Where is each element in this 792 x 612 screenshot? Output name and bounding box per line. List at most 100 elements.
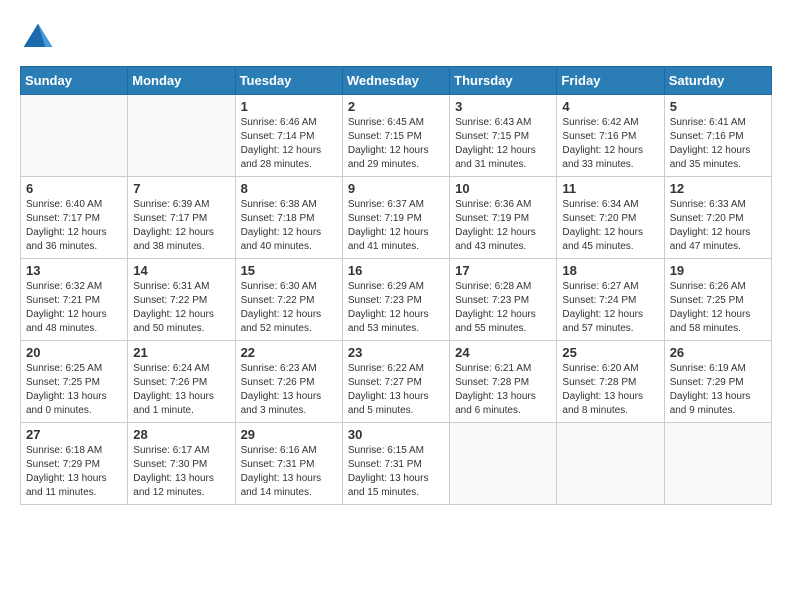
day-number: 3 [455,99,551,114]
day-info: Sunrise: 6:30 AM Sunset: 7:22 PM Dayligh… [241,280,337,336]
calendar-cell: 1 Sunrise: 6:46 AM Sunset: 7:14 PM Daylig… [235,95,342,177]
calendar-cell: 30 Sunrise: 6:15 AM Sunset: 7:31 PM Dayli… [342,423,449,505]
day-info: Sunrise: 6:19 AM Sunset: 7:29 PM Dayligh… [670,362,766,418]
logo-icon [20,20,56,56]
day-number: 6 [26,181,122,196]
day-number: 14 [133,263,229,278]
calendar-week-row: 6 Sunrise: 6:40 AM Sunset: 7:17 PM Daylig… [21,177,772,259]
calendar-cell: 12 Sunrise: 6:33 AM Sunset: 7:20 PM Dayli… [664,177,771,259]
header-sunday: Sunday [21,67,128,95]
calendar-cell: 19 Sunrise: 6:26 AM Sunset: 7:25 PM Dayli… [664,259,771,341]
calendar-header-row: SundayMondayTuesdayWednesdayThursdayFrid… [21,67,772,95]
calendar-cell [450,423,557,505]
calendar-cell: 21 Sunrise: 6:24 AM Sunset: 7:26 PM Dayli… [128,341,235,423]
day-number: 23 [348,345,444,360]
day-number: 11 [562,181,658,196]
page-header [20,20,772,56]
day-info: Sunrise: 6:41 AM Sunset: 7:16 PM Dayligh… [670,116,766,172]
day-info: Sunrise: 6:18 AM Sunset: 7:29 PM Dayligh… [26,444,122,500]
day-number: 19 [670,263,766,278]
day-info: Sunrise: 6:15 AM Sunset: 7:31 PM Dayligh… [348,444,444,500]
day-info: Sunrise: 6:21 AM Sunset: 7:28 PM Dayligh… [455,362,551,418]
day-info: Sunrise: 6:36 AM Sunset: 7:19 PM Dayligh… [455,198,551,254]
header-thursday: Thursday [450,67,557,95]
calendar-cell [664,423,771,505]
calendar-cell: 13 Sunrise: 6:32 AM Sunset: 7:21 PM Dayli… [21,259,128,341]
day-number: 28 [133,427,229,442]
day-info: Sunrise: 6:39 AM Sunset: 7:17 PM Dayligh… [133,198,229,254]
day-info: Sunrise: 6:26 AM Sunset: 7:25 PM Dayligh… [670,280,766,336]
calendar-table: SundayMondayTuesdayWednesdayThursdayFrid… [20,66,772,505]
calendar-week-row: 27 Sunrise: 6:18 AM Sunset: 7:29 PM Dayli… [21,423,772,505]
header-tuesday: Tuesday [235,67,342,95]
day-number: 5 [670,99,766,114]
calendar-cell [128,95,235,177]
day-number: 21 [133,345,229,360]
day-number: 27 [26,427,122,442]
calendar-cell: 22 Sunrise: 6:23 AM Sunset: 7:26 PM Dayli… [235,341,342,423]
calendar-cell: 27 Sunrise: 6:18 AM Sunset: 7:29 PM Dayli… [21,423,128,505]
calendar-week-row: 1 Sunrise: 6:46 AM Sunset: 7:14 PM Daylig… [21,95,772,177]
day-info: Sunrise: 6:33 AM Sunset: 7:20 PM Dayligh… [670,198,766,254]
calendar-cell [557,423,664,505]
day-info: Sunrise: 6:25 AM Sunset: 7:25 PM Dayligh… [26,362,122,418]
calendar-cell: 3Sunrise: 6:43 AM Sunset: 7:15 PM Daylig… [450,95,557,177]
header-friday: Friday [557,67,664,95]
calendar-cell: 8Sunrise: 6:38 AM Sunset: 7:18 PM Daylig… [235,177,342,259]
day-number: 12 [670,181,766,196]
day-number: 8 [241,181,337,196]
day-number: 18 [562,263,658,278]
day-info: Sunrise: 6:32 AM Sunset: 7:21 PM Dayligh… [26,280,122,336]
calendar-cell: 7Sunrise: 6:39 AM Sunset: 7:17 PM Daylig… [128,177,235,259]
calendar-cell: 4 Sunrise: 6:42 AM Sunset: 7:16 PM Daylig… [557,95,664,177]
day-info: Sunrise: 6:46 AM Sunset: 7:14 PM Dayligh… [241,116,337,172]
day-number: 25 [562,345,658,360]
day-number: 16 [348,263,444,278]
day-info: Sunrise: 6:27 AM Sunset: 7:24 PM Dayligh… [562,280,658,336]
day-info: Sunrise: 6:37 AM Sunset: 7:19 PM Dayligh… [348,198,444,254]
day-number: 15 [241,263,337,278]
calendar-cell: 11Sunrise: 6:34 AM Sunset: 7:20 PM Dayli… [557,177,664,259]
calendar-cell: 23 Sunrise: 6:22 AM Sunset: 7:27 PM Dayli… [342,341,449,423]
day-number: 30 [348,427,444,442]
calendar-cell: 6 Sunrise: 6:40 AM Sunset: 7:17 PM Daylig… [21,177,128,259]
day-info: Sunrise: 6:17 AM Sunset: 7:30 PM Dayligh… [133,444,229,500]
calendar-cell: 24 Sunrise: 6:21 AM Sunset: 7:28 PM Dayli… [450,341,557,423]
calendar-cell: 16 Sunrise: 6:29 AM Sunset: 7:23 PM Dayli… [342,259,449,341]
day-info: Sunrise: 6:24 AM Sunset: 7:26 PM Dayligh… [133,362,229,418]
day-number: 9 [348,181,444,196]
day-info: Sunrise: 6:23 AM Sunset: 7:26 PM Dayligh… [241,362,337,418]
day-info: Sunrise: 6:28 AM Sunset: 7:23 PM Dayligh… [455,280,551,336]
header-saturday: Saturday [664,67,771,95]
calendar-week-row: 20 Sunrise: 6:25 AM Sunset: 7:25 PM Dayli… [21,341,772,423]
day-number: 10 [455,181,551,196]
day-number: 20 [26,345,122,360]
calendar-cell: 20 Sunrise: 6:25 AM Sunset: 7:25 PM Dayli… [21,341,128,423]
day-number: 29 [241,427,337,442]
logo [20,20,62,56]
day-info: Sunrise: 6:42 AM Sunset: 7:16 PM Dayligh… [562,116,658,172]
calendar-cell: 17Sunrise: 6:28 AM Sunset: 7:23 PM Dayli… [450,259,557,341]
day-number: 24 [455,345,551,360]
day-info: Sunrise: 6:40 AM Sunset: 7:17 PM Dayligh… [26,198,122,254]
calendar-cell: 29 Sunrise: 6:16 AM Sunset: 7:31 PM Dayli… [235,423,342,505]
day-number: 2 [348,99,444,114]
calendar-week-row: 13 Sunrise: 6:32 AM Sunset: 7:21 PM Dayli… [21,259,772,341]
day-number: 4 [562,99,658,114]
calendar-cell: 14Sunrise: 6:31 AM Sunset: 7:22 PM Dayli… [128,259,235,341]
day-info: Sunrise: 6:29 AM Sunset: 7:23 PM Dayligh… [348,280,444,336]
day-info: Sunrise: 6:22 AM Sunset: 7:27 PM Dayligh… [348,362,444,418]
day-number: 13 [26,263,122,278]
header-wednesday: Wednesday [342,67,449,95]
day-info: Sunrise: 6:16 AM Sunset: 7:31 PM Dayligh… [241,444,337,500]
calendar-cell: 26Sunrise: 6:19 AM Sunset: 7:29 PM Dayli… [664,341,771,423]
calendar-cell: 18 Sunrise: 6:27 AM Sunset: 7:24 PM Dayli… [557,259,664,341]
calendar-cell: 5 Sunrise: 6:41 AM Sunset: 7:16 PM Daylig… [664,95,771,177]
day-number: 22 [241,345,337,360]
calendar-cell [21,95,128,177]
calendar-cell: 9 Sunrise: 6:37 AM Sunset: 7:19 PM Daylig… [342,177,449,259]
calendar-cell: 25 Sunrise: 6:20 AM Sunset: 7:28 PM Dayli… [557,341,664,423]
day-number: 1 [241,99,337,114]
day-info: Sunrise: 6:20 AM Sunset: 7:28 PM Dayligh… [562,362,658,418]
day-info: Sunrise: 6:45 AM Sunset: 7:15 PM Dayligh… [348,116,444,172]
